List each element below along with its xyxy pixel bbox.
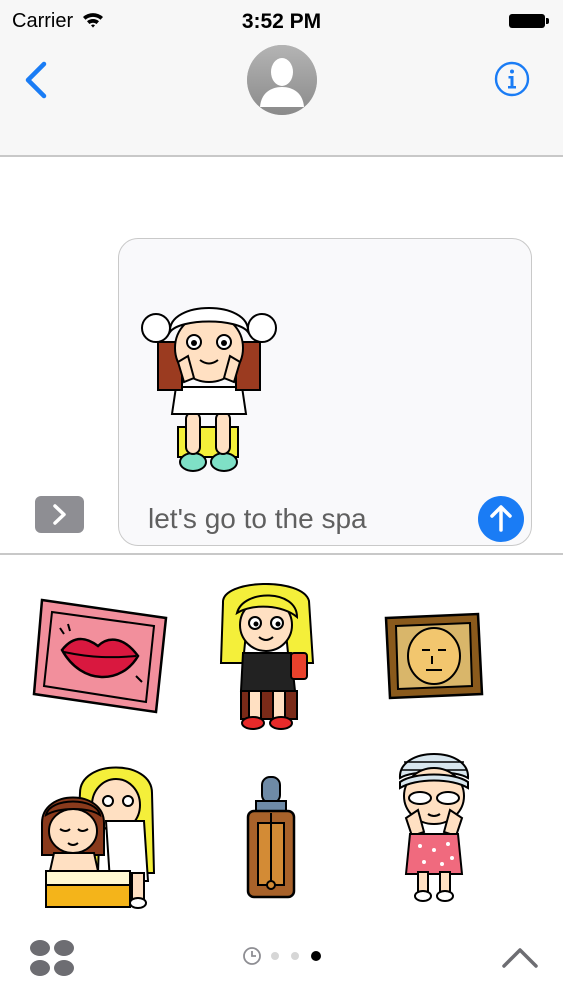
contact-avatar[interactable]	[247, 45, 317, 115]
massage-sticker[interactable]	[40, 763, 160, 911]
lips-card-sticker[interactable]	[32, 598, 170, 716]
send-button[interactable]	[478, 496, 524, 542]
arrow-up-icon	[490, 505, 512, 532]
girl-in-towel-sticker[interactable]	[138, 282, 280, 478]
serum-bottle-sticker[interactable]	[244, 775, 298, 901]
page-indicator[interactable]	[242, 946, 332, 966]
blonde-girl-with-phone-sticker[interactable]	[213, 583, 323, 731]
info-circle-icon[interactable]	[494, 61, 530, 97]
clock: 3:52 PM	[241, 10, 322, 33]
chevron-up-icon[interactable]	[500, 944, 540, 970]
chevron-left-icon[interactable]	[22, 60, 52, 100]
message-input-text[interactable]: let's go to the spa	[148, 503, 367, 535]
face-mask-frame-sticker[interactable]	[384, 612, 484, 700]
person-silhouette-icon	[247, 45, 317, 115]
page-dots	[243, 947, 321, 965]
expand-apps-button[interactable]	[35, 496, 84, 533]
chevron-right-icon	[53, 504, 66, 525]
eye-patches-girl-sticker[interactable]	[390, 748, 478, 904]
clock-icon	[243, 947, 261, 965]
app-drawer-icon[interactable]	[28, 938, 76, 978]
battery-icon	[509, 14, 549, 28]
